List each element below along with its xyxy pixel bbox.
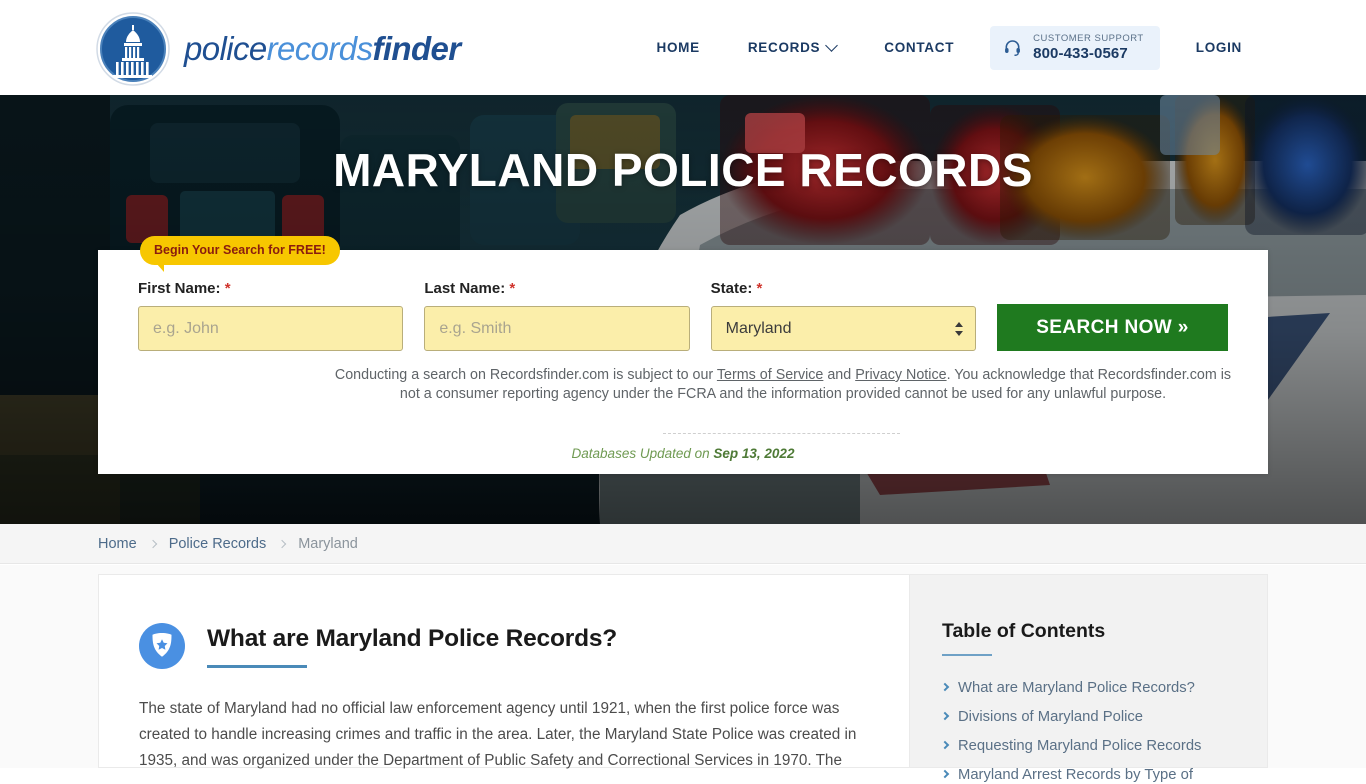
databases-updated-note: Databases Updated on Sep 13, 2022 xyxy=(98,446,1268,461)
search-disclaimer: Conducting a search on Recordsfinder.com… xyxy=(330,366,1236,404)
state-required-marker: * xyxy=(756,280,763,297)
customer-support-phone: 800-433-0567 xyxy=(1033,44,1128,62)
disclaimer-text-between: and xyxy=(823,367,856,383)
last-name-field-group: Last Name: * xyxy=(424,280,690,351)
breadcrumb-item-maryland: Maryland xyxy=(298,535,358,552)
first-name-field-group: First Name: * xyxy=(138,280,404,351)
toc-link-label[interactable]: What are Maryland Police Records? xyxy=(958,679,1195,697)
nav-item-contact-label: CONTACT xyxy=(884,40,955,55)
article-paragraph: The state of Maryland had no official la… xyxy=(139,700,857,769)
disclaimer-text-before: Conducting a search on Recordsfinder.com… xyxy=(334,367,717,383)
last-name-required-marker: * xyxy=(509,280,516,297)
search-form-card: Begin Your Search for FREE! First Name: … xyxy=(98,236,1268,474)
nav-item-records-label: RECORDS xyxy=(747,40,821,55)
last-name-input[interactable] xyxy=(424,306,690,351)
databases-updated-prefix: Databases Updated on xyxy=(571,446,714,461)
chevron-right-icon xyxy=(940,740,950,750)
site-header: policerecordsfinder HOME RECORDS CONTACT… xyxy=(0,0,1366,95)
nav-item-home[interactable]: HOME xyxy=(633,40,724,55)
logo-text-finder: finder xyxy=(372,30,461,67)
police-badge-icon xyxy=(139,623,185,669)
chevron-down-icon xyxy=(825,39,839,52)
capitol-dome-icon xyxy=(96,12,170,86)
chevron-right-icon xyxy=(940,769,950,779)
section-heading-block: What are Maryland Police Records? xyxy=(207,625,617,668)
content-card: What are Maryland Police Records? The st… xyxy=(98,574,1268,783)
customer-support-label: CUSTOMER SUPPORT xyxy=(1033,32,1144,44)
toc-list: What are Maryland Police Records? Divisi… xyxy=(940,679,1239,784)
chevron-right-icon xyxy=(148,539,157,548)
toc-link-label[interactable]: Divisions of Maryland Police xyxy=(958,708,1143,726)
nav-item-contact[interactable]: CONTACT xyxy=(860,40,978,55)
breadcrumb-item-home[interactable]: Home xyxy=(98,536,137,552)
first-name-label: First Name: * xyxy=(138,280,403,297)
section-heading-row: What are Maryland Police Records? xyxy=(139,623,859,669)
search-now-button[interactable]: SEARCH NOW » xyxy=(996,304,1228,351)
search-form-row: First Name: * Last Name: * State: * Mary… xyxy=(138,280,1228,351)
toc-item-divisions[interactable]: Divisions of Maryland Police xyxy=(940,708,1239,726)
toc-link-label[interactable]: Requesting Maryland Police Records xyxy=(958,737,1201,755)
state-select[interactable]: Maryland xyxy=(710,306,976,351)
breadcrumb: Home Police Records Maryland xyxy=(98,536,358,552)
divider xyxy=(663,433,900,434)
last-name-label: Last Name: * xyxy=(424,280,689,297)
chevron-right-icon xyxy=(940,711,950,721)
toc-link-label[interactable]: Maryland Arrest Records by Type of xyxy=(958,766,1193,784)
nav-item-records[interactable]: RECORDS xyxy=(724,39,860,55)
heading-underline xyxy=(207,664,307,668)
databases-updated-date: Sep 13, 2022 xyxy=(713,446,795,461)
article-column: What are Maryland Police Records? The st… xyxy=(99,575,909,769)
free-search-badge: Begin Your Search for FREE! xyxy=(140,236,340,272)
logo-text-police: police xyxy=(184,30,267,67)
toc-item-arrest-records[interactable]: Maryland Arrest Records by Type of xyxy=(940,766,1239,784)
state-label: State: * xyxy=(711,280,976,297)
first-name-label-text: First Name: xyxy=(138,280,221,297)
page-title: MARYLAND POLICE RECORDS xyxy=(333,144,1033,196)
nav-item-login-label: LOGIN xyxy=(1195,40,1242,55)
headset-icon xyxy=(1005,39,1021,56)
customer-support-text: CUSTOMER SUPPORT 800-433-0567 xyxy=(1033,33,1144,62)
logo-text-records: records xyxy=(266,30,373,67)
section-heading: What are Maryland Police Records? xyxy=(207,624,618,652)
customer-support-badge[interactable]: CUSTOMER SUPPORT 800-433-0567 xyxy=(990,25,1160,70)
page-body: What are Maryland Police Records? The st… xyxy=(0,565,1366,783)
breadcrumb-bar: Home Police Records Maryland xyxy=(0,524,1366,564)
toc-item-requesting[interactable]: Requesting Maryland Police Records xyxy=(940,737,1239,755)
site-logo[interactable]: policerecordsfinder xyxy=(96,12,461,86)
chevron-right-icon xyxy=(277,539,287,548)
toc-title: Table of Contents xyxy=(942,620,1106,642)
state-label-text: State: xyxy=(710,280,753,297)
main-navigation: HOME RECORDS CONTACT CUSTOMER SUPPORT 80… xyxy=(633,0,1266,95)
chevron-right-icon xyxy=(940,682,950,692)
first-name-required-marker: * xyxy=(224,280,231,297)
state-field-group: State: * Maryland xyxy=(710,280,976,351)
privacy-notice-link[interactable]: Privacy Notice xyxy=(855,367,946,383)
breadcrumb-item-police-records[interactable]: Police Records xyxy=(169,536,267,552)
nav-item-login[interactable]: LOGIN xyxy=(1172,40,1266,55)
last-name-label-text: Last Name: xyxy=(424,280,506,297)
toc-item-what-are[interactable]: What are Maryland Police Records? xyxy=(940,679,1239,697)
table-of-contents-sidebar: Table of Contents What are Maryland Poli… xyxy=(909,575,1267,783)
state-select-wrapper: Maryland xyxy=(710,306,976,351)
toc-underline xyxy=(942,654,992,656)
nav-item-home-label: HOME xyxy=(656,40,700,55)
terms-of-service-link[interactable]: Terms of Service xyxy=(717,367,823,383)
logo-wordmark: policerecordsfinder xyxy=(184,30,461,68)
first-name-input[interactable] xyxy=(138,306,404,351)
